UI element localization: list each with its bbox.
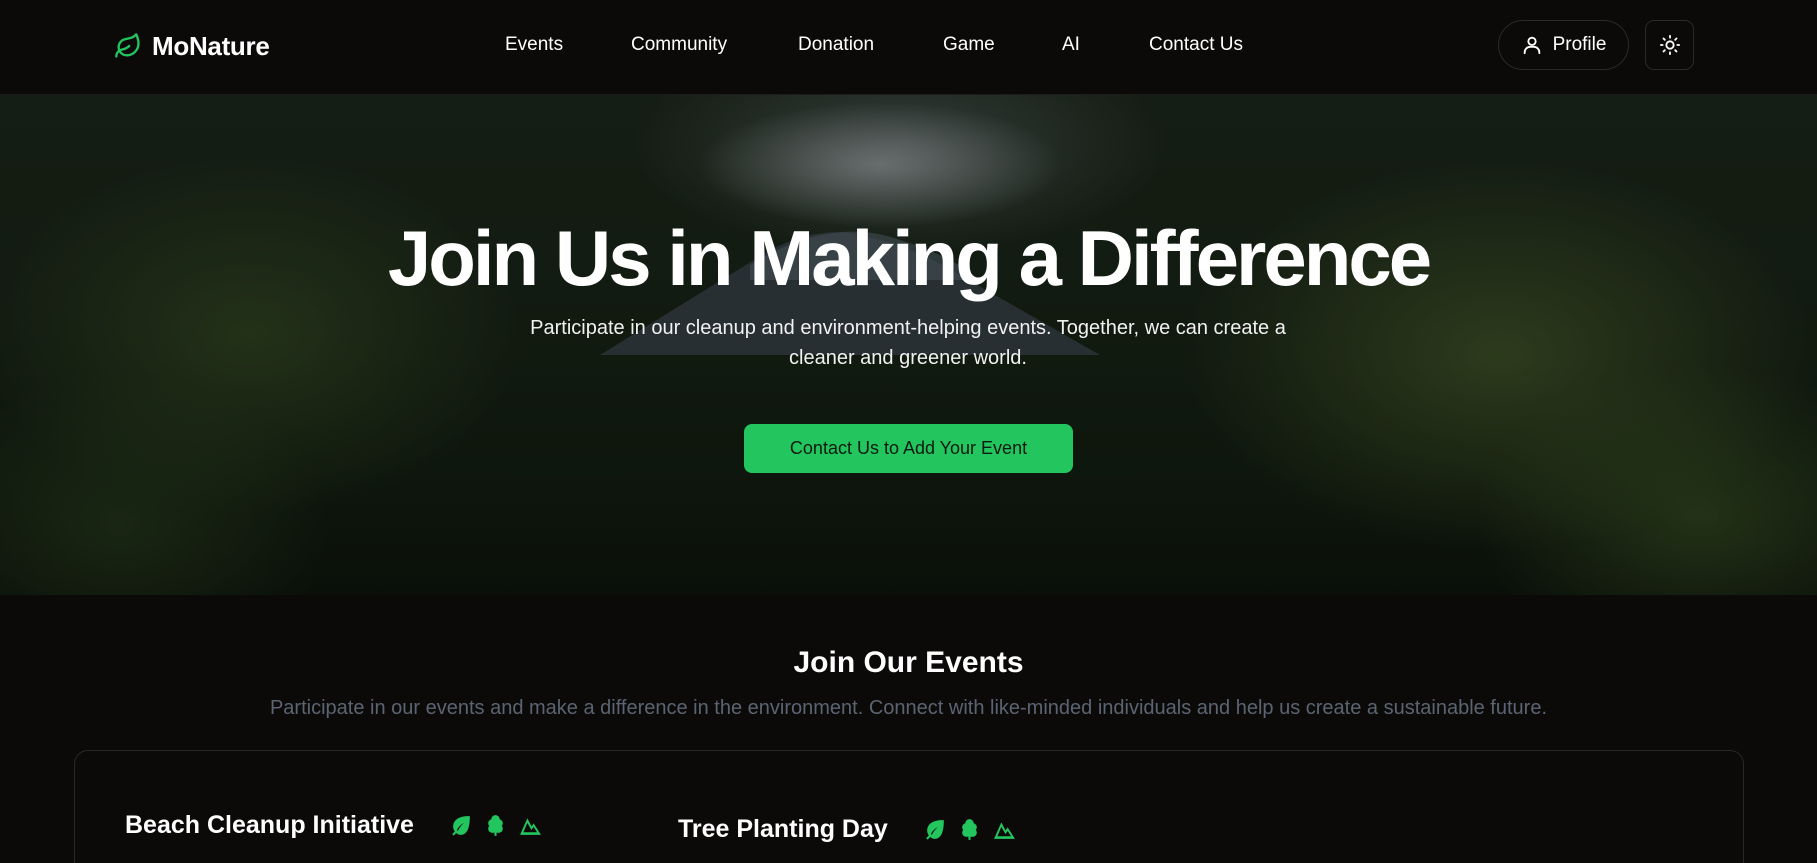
hero-section: Join Us in Making a Difference Participa… — [0, 95, 1817, 595]
nav-item-community[interactable]: Community — [631, 34, 727, 56]
nav-item-contact-us[interactable]: Contact Us — [1149, 34, 1243, 56]
events-card: Beach Cleanup Initiative Tree Planting D… — [74, 750, 1744, 863]
theme-toggle-button[interactable] — [1645, 20, 1694, 70]
event-tags — [922, 817, 1017, 842]
nav-item-game[interactable]: Game — [943, 34, 995, 56]
leaf-icon — [925, 820, 944, 840]
leaf-icon — [452, 816, 470, 836]
sun-icon — [1659, 34, 1680, 56]
hero-subtitle: Participate in our cleanup and environme… — [530, 317, 1286, 369]
event-tags — [448, 813, 543, 838]
user-icon — [1523, 36, 1540, 55]
profile-button[interactable]: Profile — [1498, 20, 1629, 70]
profile-label: Profile — [1552, 34, 1607, 55]
events-description: Participate in our events and make a dif… — [269, 697, 1548, 719]
nav-item-events[interactable]: Events — [505, 34, 563, 56]
site-header: MoNature Events Community Donation Game … — [0, 0, 1817, 95]
tree-icon — [488, 815, 503, 836]
tree-icon — [962, 819, 977, 840]
mountain-icon — [993, 822, 1015, 839]
event-title: Tree Planting Day — [678, 815, 888, 843]
events-heading: Join Our Events — [793, 646, 1024, 679]
event-item[interactable]: Tree Planting Day — [678, 815, 1017, 844]
event-title: Beach Cleanup Initiative — [125, 811, 414, 839]
event-item[interactable]: Beach Cleanup Initiative — [125, 811, 543, 840]
nav-item-donation[interactable]: Donation — [798, 34, 874, 56]
add-event-contact-button[interactable]: Contact Us to Add Your Event — [744, 424, 1073, 473]
mountain-icon — [520, 818, 541, 835]
nav-item-ai[interactable]: AI — [1062, 34, 1080, 56]
hero-title: Join Us in Making a Difference — [387, 214, 1432, 302]
